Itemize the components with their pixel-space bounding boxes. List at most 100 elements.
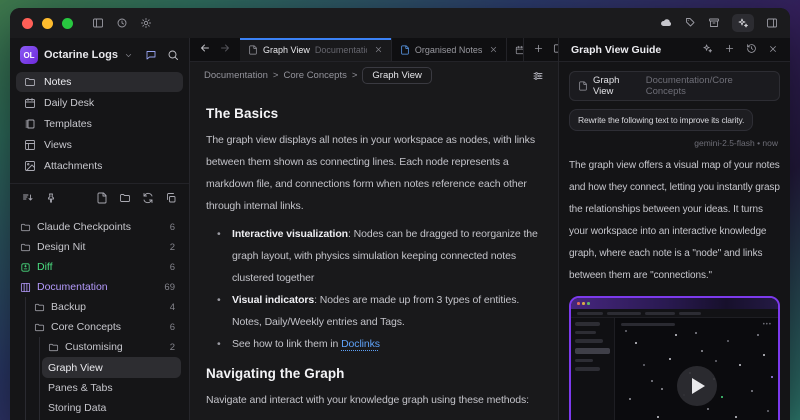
tree-item-panes-tabs[interactable]: Panes & Tabs [10,378,189,398]
tree-item-storing-data[interactable]: Storing Data [10,398,189,418]
archive-icon[interactable] [708,17,720,29]
tree-item-documentation[interactable]: Documentation 69 [10,277,189,297]
pin-icon[interactable] [45,191,57,209]
image-icon [24,160,36,172]
tab-friday-daily[interactable]: Friday, D [507,38,524,61]
nav-label: Daily Desk [44,97,94,109]
sidebar-nav: Notes Daily Desk Templates Views Attachm… [10,70,189,177]
chip-title: Graph View [593,75,641,97]
notes-toolbar [10,183,189,215]
tab-organised-notes[interactable]: Organised Notes [392,38,508,61]
assistant-panel: Graph View Guide Graph View Documentatio… [558,38,790,420]
tree-item-customising[interactable]: Customising 2 [10,337,189,357]
diff-icon [20,262,31,273]
sync-icon[interactable] [142,191,154,209]
sidebar-item-views[interactable]: Views [16,135,183,155]
note-count: 4 [170,302,175,313]
cloud-sync-icon[interactable] [660,17,672,29]
new-chat-icon[interactable] [724,41,735,59]
search-icon[interactable] [167,49,179,61]
tree-item-claude-checkpoints[interactable]: Claude Checkpoints 6 [10,217,189,237]
copy-icon[interactable] [165,191,177,209]
close-tab-icon[interactable] [489,45,498,54]
theme-sun-icon[interactable] [140,17,152,29]
sparkles-icon[interactable] [702,41,713,59]
ai-sparkles-button[interactable] [732,14,754,32]
doc-bullet: See how to link them in Doclinks [206,333,542,355]
toggle-left-sidebar-icon[interactable] [92,17,104,29]
breadcrumb-segment[interactable]: Core Concepts [283,70,346,81]
note-count: 6 [170,222,175,233]
folder-icon [20,242,31,253]
document-icon [248,45,258,55]
new-folder-icon[interactable] [119,191,131,209]
workspace-switcher[interactable]: OL Octarine Logs [10,38,189,70]
tree-item-backup[interactable]: Backup 4 [10,297,189,317]
note-count: 6 [170,262,175,273]
doc-paragraph: Navigate and interact with your knowledg… [206,389,542,411]
context-chip[interactable]: Graph View Documentation/Core Concepts [569,71,780,101]
tree-item-core-concepts[interactable]: Core Concepts 6 [10,317,189,337]
toggle-right-sidebar-icon[interactable] [766,17,778,29]
document-content[interactable]: The Basics The graph view displays all n… [190,89,558,420]
play-button[interactable] [677,366,717,406]
calendar-icon [24,97,36,109]
columns-icon [20,282,31,293]
forward-button[interactable] [219,41,231,59]
editor-pane: Graph View Documentation Organised Notes… [190,38,558,420]
folder-icon [48,342,59,353]
history-icon[interactable] [746,41,757,59]
tree-item-graph-view-selected[interactable]: Graph View [42,357,181,378]
folder-icon [34,302,45,313]
tree-guide-line [25,297,26,420]
back-button[interactable] [199,41,211,59]
mini-tabbar [571,309,778,318]
close-tab-icon[interactable] [374,45,383,54]
tab-graph-view[interactable]: Graph View Documentation [240,38,392,61]
sidebar-item-attachments[interactable]: Attachments [16,156,183,176]
tags-icon[interactable] [684,17,696,29]
mini-graph-view: ••• [615,318,778,420]
video-embed[interactable]: ••• [569,296,780,420]
note-count: 69 [164,282,175,293]
doc-paragraph: The graph view displays all notes in you… [206,129,542,217]
calendar-icon [515,45,524,55]
note-options-icon[interactable] [532,70,544,82]
new-note-icon[interactable] [96,191,108,209]
workspace-name: Octarine Logs [44,49,118,61]
chip-path: Documentation/Core Concepts [646,75,771,97]
app-window: OL Octarine Logs Notes Daily Desk [10,8,790,420]
doc-bullet: Interactive visualization: Nodes can be … [206,223,542,289]
tree-item-design-nit[interactable]: Design Nit 2 [10,237,189,257]
assistant-title: Graph View Guide [571,44,661,56]
sort-icon[interactable] [22,191,34,209]
note-count: 2 [170,342,175,353]
sidebar-item-daily-desk[interactable]: Daily Desk [16,93,183,113]
folder-icon [20,222,31,233]
doc-bullet-list: Interactive visualization: Nodes can be … [206,223,542,355]
nav-label: Attachments [44,160,102,172]
model-meta: gemini-2.5-flash • now [571,138,778,148]
chevron-down-icon [124,51,133,60]
mini-titlebar [571,298,778,309]
assistant-response: The graph view offers a visual map of yo… [569,155,780,287]
close-window-button[interactable] [22,18,33,29]
user-prompt-bubble: Rewrite the following text to improve it… [569,109,753,131]
doc-bullet: Visual indicators: Nodes are made up fro… [206,289,542,333]
clock-icon[interactable] [116,17,128,29]
breadcrumb: Documentation > Core Concepts > Graph Vi… [190,62,558,89]
sidebar-item-notes[interactable]: Notes [16,72,183,92]
note-title-input[interactable]: Graph View [362,67,431,84]
doclinks-link[interactable]: Doclinks [341,338,380,350]
chat-icon[interactable] [145,49,157,61]
minimize-window-button[interactable] [42,18,53,29]
sidebar-item-templates[interactable]: Templates [16,114,183,134]
nav-label: Views [44,139,72,151]
mini-sidebar [571,318,615,420]
tree-item-diff[interactable]: Diff 6 [10,257,189,277]
close-panel-icon[interactable] [768,41,778,59]
zoom-window-button[interactable] [62,18,73,29]
breadcrumb-segment[interactable]: Documentation [204,70,268,81]
tree-guide-line [39,337,40,420]
new-tab-icon[interactable] [533,41,544,59]
